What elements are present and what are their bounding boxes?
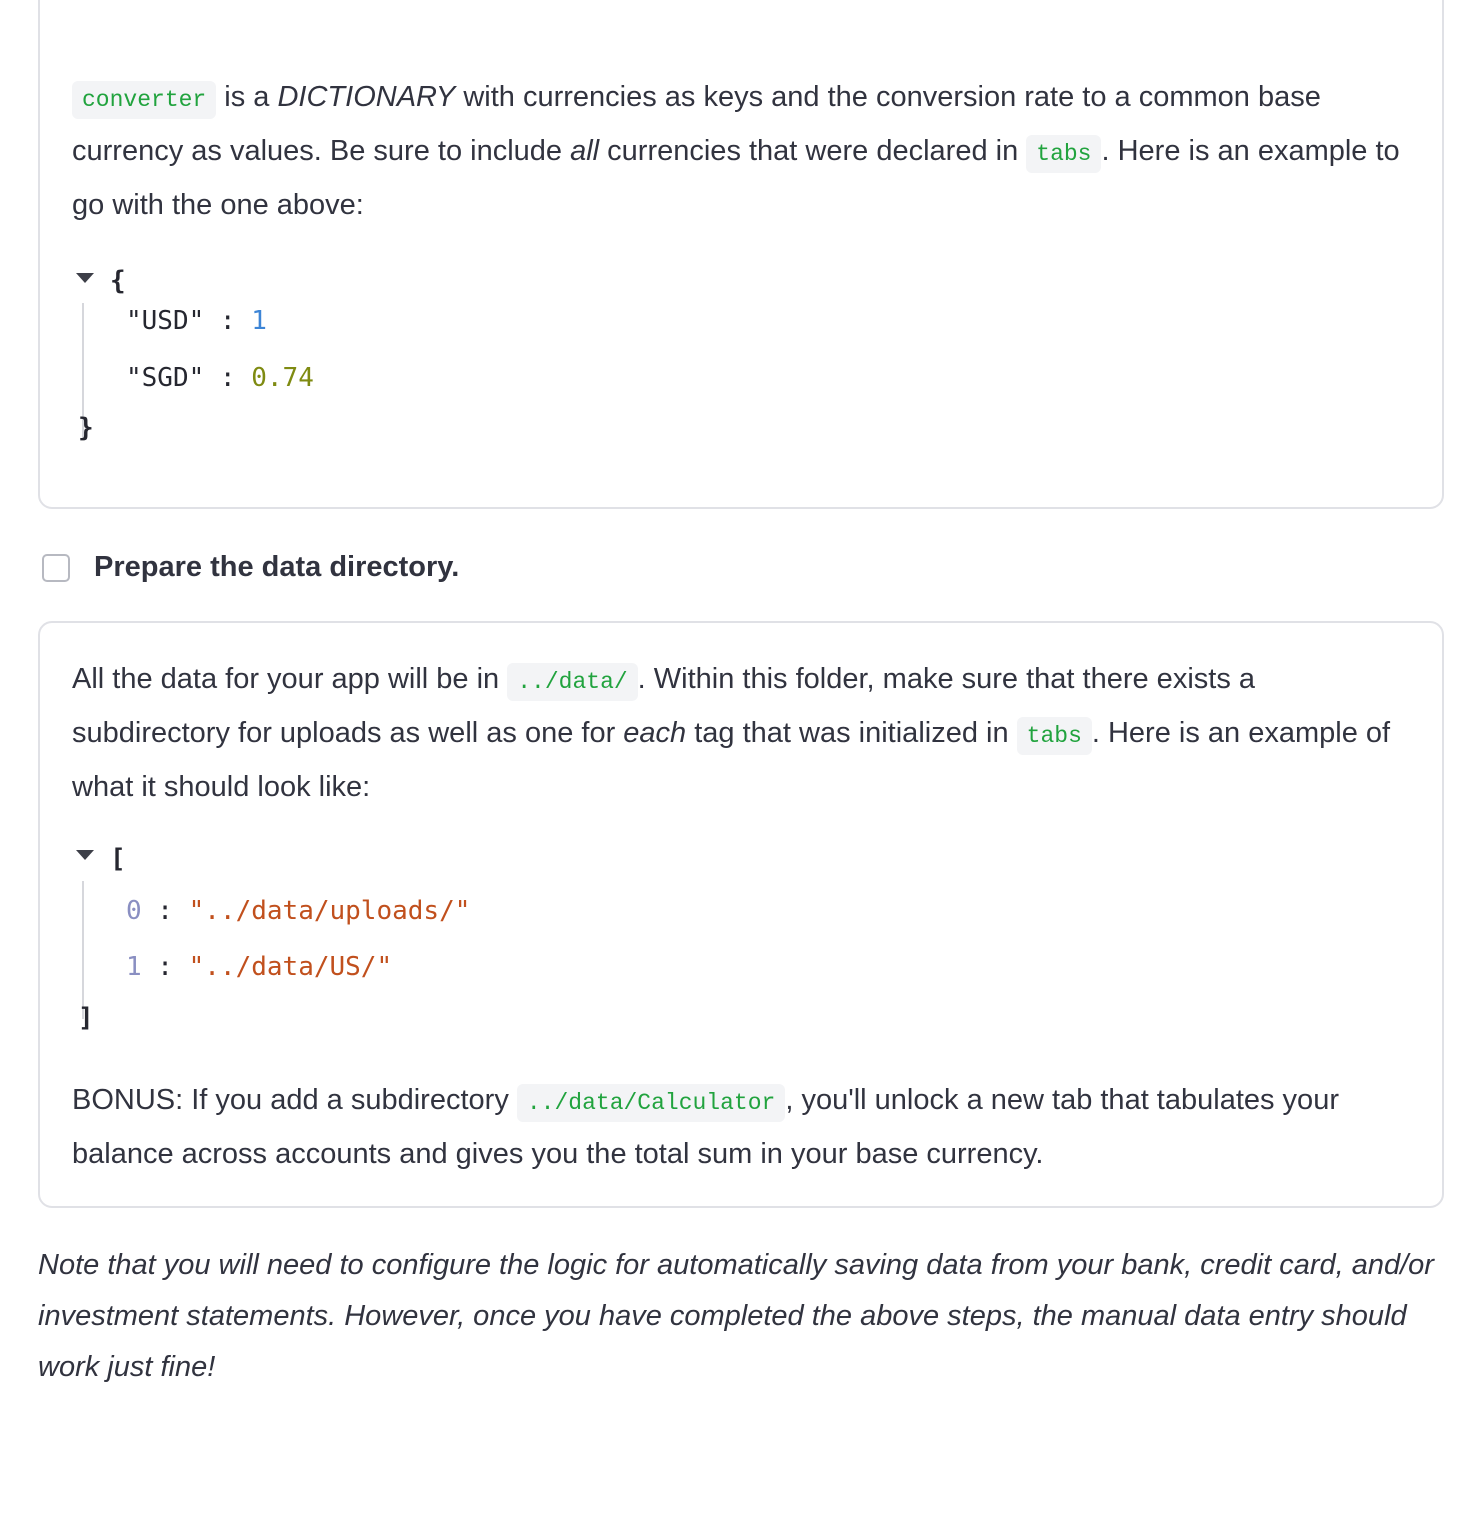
code-tabs: tabs	[1026, 135, 1102, 173]
json-open-bracket: [	[110, 844, 126, 874]
json-open-brace: {	[110, 266, 126, 296]
task-label: Prepare the data directory.	[94, 551, 460, 583]
code-tabs: tabs	[1016, 717, 1092, 755]
json-close-bracket: ]	[78, 1003, 94, 1033]
code-converter: converter	[72, 81, 217, 119]
converter-card: converter is a DICTIONARY with currencie…	[38, 0, 1444, 509]
json-close-brace: }	[78, 413, 94, 443]
converter-paragraph: converter is a DICTIONARY with currencie…	[72, 81, 1400, 221]
task-prepare-data-directory[interactable]: Prepare the data directory.	[42, 551, 459, 584]
json-indent-guide	[82, 881, 84, 1019]
all-emphasis: all	[570, 135, 600, 167]
configuration-note: Note that you will need to configure the…	[38, 1249, 1434, 1383]
dictionary-emphasis: DICTIONARY	[277, 81, 456, 113]
json-row-0: 0 : "../data/uploads/"	[126, 896, 471, 926]
data-directory-paragraph: All the data for your app will be in ../…	[72, 663, 1391, 803]
collapse-triangle-icon[interactable]	[76, 850, 94, 860]
task-checkbox[interactable]	[42, 553, 70, 582]
data-directory-card: All the data for your app will be in ../…	[38, 621, 1444, 1208]
code-calculator-folder: ../data/Calculator	[516, 1084, 786, 1122]
json-row-1: 1 : "../data/US/"	[126, 952, 393, 982]
code-data-folder: ../data/	[507, 663, 638, 701]
bonus-paragraph: BONUS: If you add a subdirectory ../data…	[72, 1084, 1339, 1170]
json-row-usd: "USD" : 1	[126, 306, 267, 336]
collapse-triangle-icon[interactable]	[76, 273, 94, 283]
json-row-sgd: "SGD" : 0.74	[126, 363, 314, 393]
each-emphasis: each	[623, 717, 687, 749]
